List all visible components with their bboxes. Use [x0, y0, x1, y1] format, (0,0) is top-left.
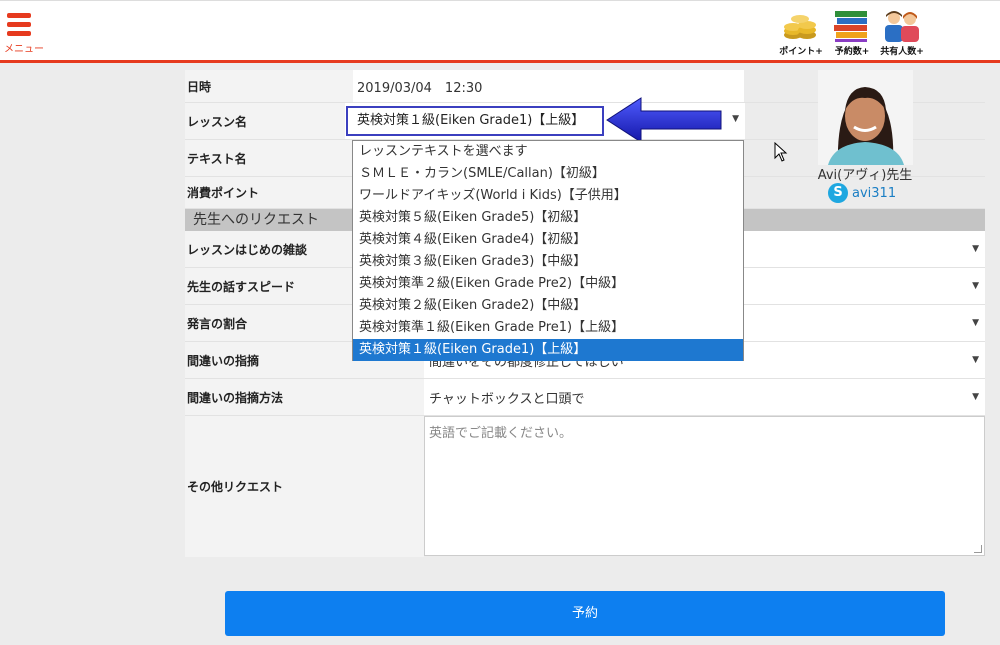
- lesson-selected-value[interactable]: 英検対策１級(Eiken Grade1)【上級】: [346, 106, 604, 136]
- share-label: 共有人数+: [880, 47, 924, 57]
- teacher-skype-link[interactable]: S avi311: [828, 183, 896, 203]
- share-button[interactable]: 共有人数+: [876, 9, 928, 57]
- correction-method-value: チャットボックスと口頭で: [429, 391, 585, 407]
- resize-handle-icon[interactable]: [974, 545, 982, 553]
- points-label-row: 消費ポイント: [185, 177, 353, 208]
- date-label: 日時: [185, 70, 353, 102]
- chevron-down-icon: ▼: [732, 114, 739, 124]
- chevron-down-icon: ▼: [972, 281, 979, 291]
- chevron-down-icon: ▼: [972, 355, 979, 365]
- menu-button[interactable]: メニュー: [4, 9, 48, 55]
- hamburger-icon-bar: [7, 31, 31, 36]
- lesson-option[interactable]: 英検対策準２級(Eiken Grade Pre2)【中級】: [353, 273, 743, 295]
- other-request-row: その他リクエスト 英語でご記載ください。: [185, 416, 985, 557]
- lesson-option[interactable]: 英検対策２級(Eiken Grade2)【中級】: [353, 295, 743, 317]
- lesson-option[interactable]: 英検対策４級(Eiken Grade4)【初級】: [353, 229, 743, 251]
- lesson-option[interactable]: ＳＭＬＥ・カラン(SMLE/Callan)【初級】: [353, 163, 743, 185]
- reservations-label: 予約数+: [834, 47, 870, 57]
- arrow-left-icon: [606, 97, 722, 143]
- people-icon: [885, 11, 919, 42]
- lesson-label: レッスン名: [185, 103, 353, 139]
- correction-method-select[interactable]: チャットボックスと口頭で ▼: [424, 379, 985, 415]
- chevron-down-icon: ▼: [972, 392, 979, 402]
- lesson-option[interactable]: 英検対策５級(Eiken Grade5)【初級】: [353, 207, 743, 229]
- chevron-down-icon: ▼: [972, 318, 979, 328]
- lesson-option[interactable]: ワールドアイキッズ(World i Kids)【子供用】: [353, 185, 743, 207]
- lesson-option[interactable]: 英検対策準１級(Eiken Grade Pre1)【上級】: [353, 317, 743, 339]
- top-header: メニュー ポイント+ 予約数+ 共有人数+: [0, 0, 1000, 63]
- hamburger-icon-bar: [7, 22, 31, 27]
- coins-icon: [784, 15, 816, 39]
- points-button[interactable]: ポイント+: [776, 9, 826, 57]
- teacher-name: Avi(アヴィ)先生: [817, 168, 913, 183]
- lesson-option-selected[interactable]: 英検対策１級(Eiken Grade1)【上級】: [353, 339, 743, 361]
- reserve-button[interactable]: 予約: [225, 591, 945, 636]
- other-request-label: その他リクエスト: [185, 416, 424, 557]
- skype-id: avi311: [852, 185, 897, 201]
- menu-label: メニュー: [4, 44, 44, 55]
- lesson-dropdown-list: レッスンテキストを選べます ＳＭＬＥ・カラン(SMLE/Callan)【初級】 …: [352, 140, 744, 361]
- chevron-down-icon: ▼: [972, 244, 979, 254]
- points-label: ポイント+: [779, 47, 823, 57]
- hamburger-icon: [7, 13, 31, 18]
- lesson-option[interactable]: レッスンテキストを選べます: [353, 141, 743, 163]
- books-icon: [834, 11, 867, 42]
- lesson-option[interactable]: 英検対策３級(Eiken Grade3)【中級】: [353, 251, 743, 273]
- other-request-textarea[interactable]: 英語でご記載ください。: [424, 416, 985, 556]
- text-label: テキスト名: [185, 140, 353, 176]
- skype-icon: S: [828, 183, 848, 203]
- teacher-photo: [818, 70, 913, 165]
- reservations-button[interactable]: 予約数+: [830, 9, 874, 57]
- correction-method-label: 間違いの指摘方法: [185, 379, 424, 415]
- other-request-placeholder: 英語でご記載ください。: [429, 426, 573, 441]
- correction-method-row: 間違いの指摘方法 チャットボックスと口頭で ▼: [185, 379, 985, 416]
- teacher-avatar[interactable]: [818, 70, 913, 165]
- mouse-cursor-icon: [774, 142, 788, 162]
